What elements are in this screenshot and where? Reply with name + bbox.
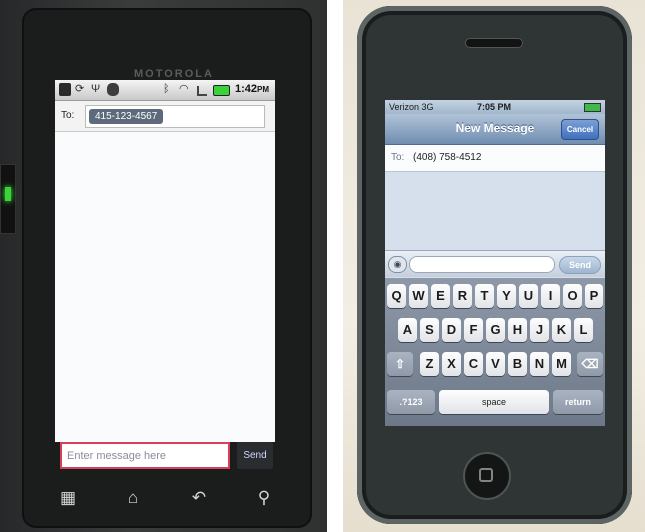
home-button[interactable]	[463, 452, 511, 500]
apps-grid-icon[interactable]: ▦	[58, 488, 78, 508]
key-w[interactable]: W	[409, 284, 428, 308]
space-key[interactable]: space	[439, 390, 549, 414]
android-screen: ⟳ Ψ ᛒ ◠ 1:42PM To: 415-123-4567	[55, 80, 275, 442]
send-button[interactable]: Send	[559, 256, 601, 274]
key-c[interactable]: C	[464, 352, 483, 376]
bluetooth-icon: ᛒ	[163, 83, 170, 95]
conversation-area	[55, 132, 275, 442]
battery-icon	[584, 103, 601, 112]
status-led	[5, 187, 11, 201]
status-time: 7:05 PM	[477, 102, 512, 112]
status-bar: ⟳ Ψ ᛒ ◠ 1:42PM	[55, 80, 275, 101]
numbers-key[interactable]: .?123	[387, 390, 435, 414]
key-t[interactable]: T	[475, 284, 494, 308]
send-button[interactable]: Send	[237, 442, 273, 469]
key-k[interactable]: K	[552, 318, 571, 342]
key-m[interactable]: M	[552, 352, 571, 376]
key-l[interactable]: L	[574, 318, 593, 342]
battery-icon	[213, 85, 230, 96]
key-j[interactable]: J	[530, 318, 549, 342]
usb-icon: Ψ	[91, 83, 101, 95]
compose-bar: ◉ Send	[385, 250, 605, 277]
conversation-area	[385, 172, 605, 250]
key-a[interactable]: A	[398, 318, 417, 342]
recipient-value[interactable]: (408) 758-4512	[413, 152, 481, 163]
app-notification-icon	[107, 83, 119, 96]
key-x[interactable]: X	[442, 352, 461, 376]
return-key[interactable]: return	[553, 390, 603, 414]
earpiece	[465, 38, 523, 48]
key-i[interactable]: I	[541, 284, 560, 308]
brand-logo: MOTOROLA	[134, 68, 214, 80]
iphone-screen: Verizon 3G 7:05 PM New Message Cancel To…	[385, 100, 605, 426]
wifi-icon: ◠	[179, 83, 189, 95]
status-time: 1:42PM	[234, 83, 269, 95]
key-f[interactable]: F	[464, 318, 483, 342]
key-z[interactable]: Z	[420, 352, 439, 376]
key-n[interactable]: N	[530, 352, 549, 376]
back-icon[interactable]: ↶	[189, 488, 209, 508]
key-v[interactable]: V	[486, 352, 505, 376]
message-input[interactable]	[409, 256, 555, 273]
key-b[interactable]: B	[508, 352, 527, 376]
home-icon[interactable]: ⌂	[123, 488, 143, 508]
search-icon[interactable]: ⚲	[254, 488, 274, 508]
key-g[interactable]: G	[486, 318, 505, 342]
key-u[interactable]: U	[519, 284, 538, 308]
compose-bar: Enter message here Send	[57, 442, 277, 476]
recipient-row[interactable]: To: (408) 758-4512	[385, 145, 605, 172]
key-p[interactable]: P	[585, 284, 603, 308]
sync-icon: ⟳	[75, 83, 85, 95]
navigation-bar: New Message Cancel	[385, 114, 605, 145]
camera-icon[interactable]: ◉	[388, 256, 407, 273]
carrier-label: Verizon 3G	[389, 102, 434, 112]
shift-key-icon[interactable]: ⇧	[387, 352, 413, 376]
delete-key-icon[interactable]: ⌫	[577, 352, 603, 376]
to-label: To:	[61, 110, 75, 121]
key-y[interactable]: Y	[497, 284, 516, 308]
key-q[interactable]: Q	[387, 284, 406, 308]
status-bar: Verizon 3G 7:05 PM	[385, 100, 605, 114]
keyboard: Q W E R T Y U I O P A S D F G H J K L ⇧ …	[385, 278, 605, 426]
key-s[interactable]: S	[420, 318, 439, 342]
android-phone-photo: MOTOROLA ⟳ Ψ ᛒ ◠ 1:42PM To: 415-123-4567…	[0, 0, 327, 532]
iphone-photo: Verizon 3G 7:05 PM New Message Cancel To…	[343, 0, 645, 532]
lock-icon	[59, 83, 71, 96]
to-label: To:	[391, 152, 405, 163]
recipient-row: To: 415-123-4567	[55, 101, 275, 132]
key-r[interactable]: R	[453, 284, 472, 308]
key-e[interactable]: E	[431, 284, 450, 308]
key-d[interactable]: D	[442, 318, 461, 342]
message-input[interactable]: Enter message here	[60, 442, 230, 469]
side-dock	[0, 164, 16, 234]
recipient-field[interactable]: 415-123-4567	[85, 105, 265, 128]
cancel-button[interactable]: Cancel	[561, 119, 599, 140]
signal-icon	[197, 86, 207, 96]
home-square-icon	[479, 468, 493, 482]
key-o[interactable]: O	[563, 284, 582, 308]
key-h[interactable]: H	[508, 318, 527, 342]
recipient-chip[interactable]: 415-123-4567	[89, 109, 164, 124]
